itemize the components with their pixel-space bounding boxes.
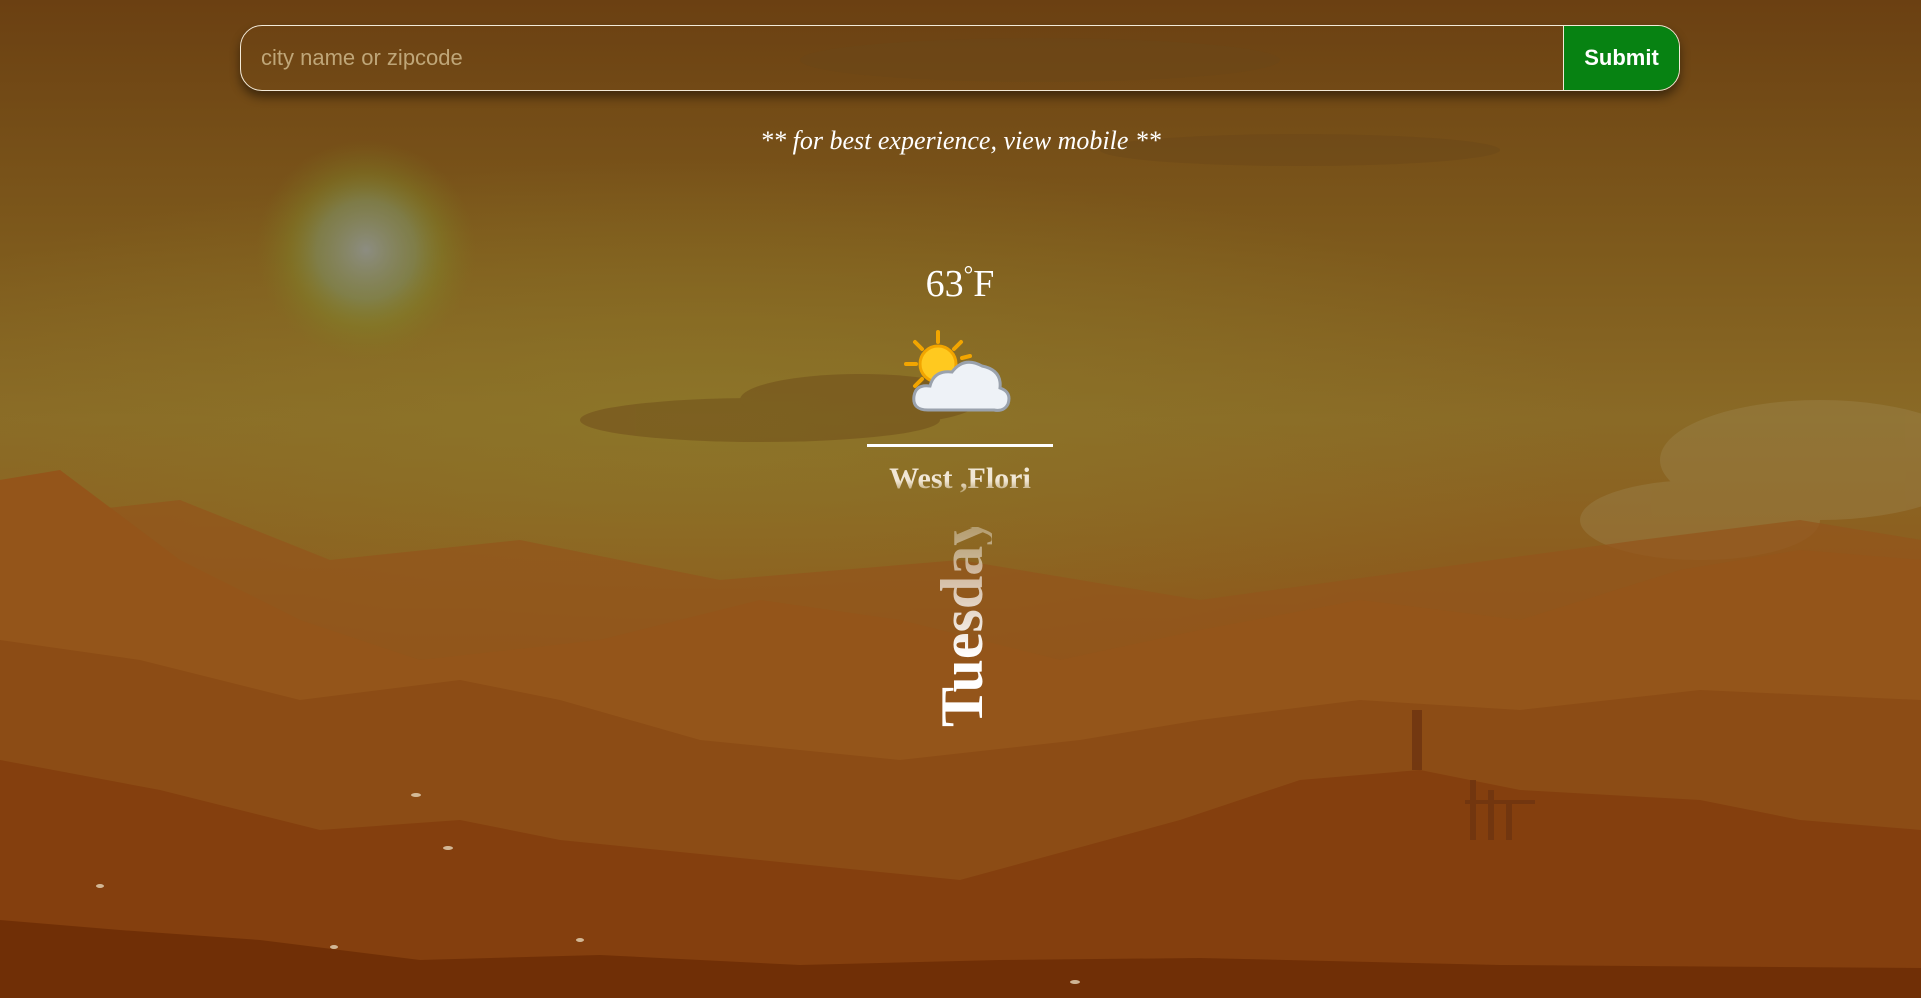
temperature-unit: F [973, 263, 995, 305]
submit-button[interactable]: Submit [1563, 26, 1679, 90]
partly-sunny-icon [904, 330, 1011, 412]
temperature: 63°F [860, 262, 1060, 306]
temperature-value: 63 [925, 263, 964, 305]
divider-line [867, 444, 1053, 447]
mobile-hint-text: ** for best experience, view mobile ** [760, 126, 1161, 155]
day-name: Tuesday [929, 515, 995, 727]
degree-symbol: ° [963, 262, 974, 289]
location-name: West ,Flori [889, 462, 1031, 495]
search-input[interactable] [241, 26, 1563, 90]
search-bar: Submit [240, 25, 1680, 91]
sun-glow [256, 140, 476, 360]
